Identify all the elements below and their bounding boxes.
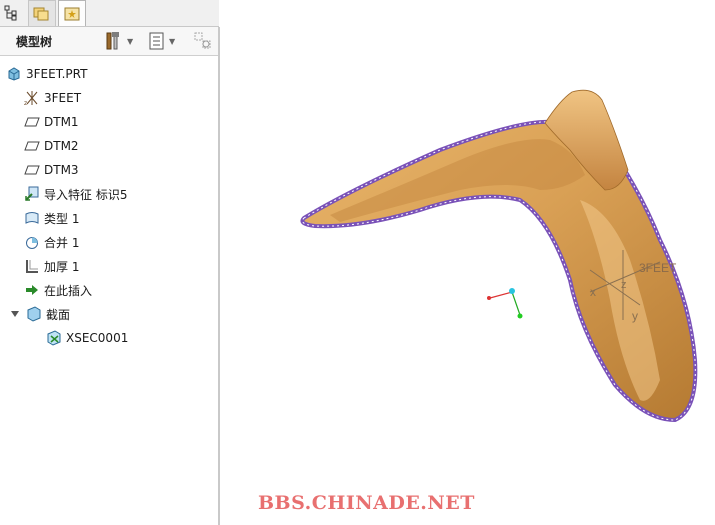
tree-item-merge[interactable]: 合并 1 bbox=[24, 232, 79, 252]
tree-structure-icon bbox=[4, 5, 17, 20]
import-feature-icon bbox=[24, 186, 40, 202]
part-icon bbox=[6, 66, 22, 82]
tree-item-import-feature[interactable]: 导入特征 标识5 bbox=[24, 184, 127, 204]
insert-here-arrow-icon bbox=[24, 282, 40, 298]
filter-icon bbox=[194, 32, 211, 49]
tools-icon bbox=[106, 32, 119, 50]
tree-item-dtm2[interactable]: DTM2 bbox=[24, 136, 79, 156]
tree-item-insert-here[interactable]: 在此插入 bbox=[24, 280, 92, 300]
datum-plane-icon bbox=[24, 114, 40, 130]
show-menu-button[interactable]: ▼ bbox=[148, 30, 175, 52]
csys-z-label: z bbox=[621, 279, 627, 291]
tree-item-label: 加厚 1 bbox=[44, 259, 80, 274]
watermark-text: BBS.CHINADE.NET bbox=[258, 492, 475, 514]
tree-item-label: DTM1 bbox=[44, 115, 79, 129]
expand-arrow-icon[interactable] bbox=[10, 306, 20, 322]
favorites-icon bbox=[64, 7, 80, 20]
tree-item-label: 导入特征 标识5 bbox=[44, 187, 128, 202]
model-tree-header: 模型树 ▼ ▼ bbox=[0, 27, 218, 56]
tree-item-label: 合并 1 bbox=[44, 235, 80, 250]
chevron-down-icon: ▼ bbox=[169, 36, 176, 46]
tree-item-sections[interactable]: 截面 bbox=[10, 304, 70, 324]
list-icon bbox=[149, 32, 164, 50]
style-surface-icon bbox=[24, 210, 40, 226]
csys-x-label: x bbox=[590, 285, 596, 299]
tree-item-label: 截面 bbox=[46, 307, 71, 322]
folder-browser-icon bbox=[33, 7, 49, 20]
spin-center-icon bbox=[487, 288, 523, 319]
datum-plane-icon bbox=[24, 162, 40, 178]
csys-icon: z bbox=[24, 90, 40, 106]
model-tree-panel: 模型树 ▼ ▼ 3FEET.PRT z 3FEET DTM1 DTM2 DTM3… bbox=[0, 27, 220, 525]
svg-text:z: z bbox=[24, 100, 27, 106]
tree-item-label: DTM2 bbox=[44, 139, 79, 153]
thicken-icon bbox=[24, 258, 40, 274]
merge-icon bbox=[24, 234, 40, 250]
tree-item-label: 3FEET.PRT bbox=[26, 67, 88, 81]
tree-item-dtm1[interactable]: DTM1 bbox=[24, 112, 79, 132]
chevron-down-icon: ▼ bbox=[127, 36, 134, 46]
folder-browser-tab[interactable] bbox=[28, 0, 56, 26]
model-tree-tab[interactable] bbox=[0, 0, 22, 25]
panel-title: 模型树 bbox=[16, 35, 53, 49]
tree-item-thicken[interactable]: 加厚 1 bbox=[24, 256, 79, 276]
section-icon bbox=[46, 330, 62, 346]
tree-item-label: 3FEET bbox=[44, 91, 82, 105]
navigator-tab-strip bbox=[0, 0, 219, 27]
csys-y-label: y bbox=[632, 309, 638, 323]
tree-filter-button[interactable] bbox=[193, 30, 213, 52]
tree-item-label: 类型 1 bbox=[44, 211, 80, 226]
section-folder-icon bbox=[26, 306, 42, 322]
tree-item-dtm3[interactable]: DTM3 bbox=[24, 160, 79, 180]
tree-root-item[interactable]: 3FEET.PRT bbox=[6, 64, 87, 84]
tree-item-csys[interactable]: z 3FEET bbox=[24, 88, 81, 108]
tree-item-label: 在此插入 bbox=[44, 283, 93, 298]
tree-item-label: XSEC0001 bbox=[66, 331, 129, 345]
tree-item-label: DTM3 bbox=[44, 163, 79, 177]
favorites-tab[interactable] bbox=[58, 0, 86, 26]
tree-item-style[interactable]: 类型 1 bbox=[24, 208, 79, 228]
tree-item-xsec[interactable]: XSEC0001 bbox=[46, 328, 128, 348]
csys-name-label: 3FEET bbox=[639, 261, 677, 275]
datum-plane-icon bbox=[24, 138, 40, 154]
tree-settings-button[interactable]: ▼ bbox=[104, 30, 133, 52]
